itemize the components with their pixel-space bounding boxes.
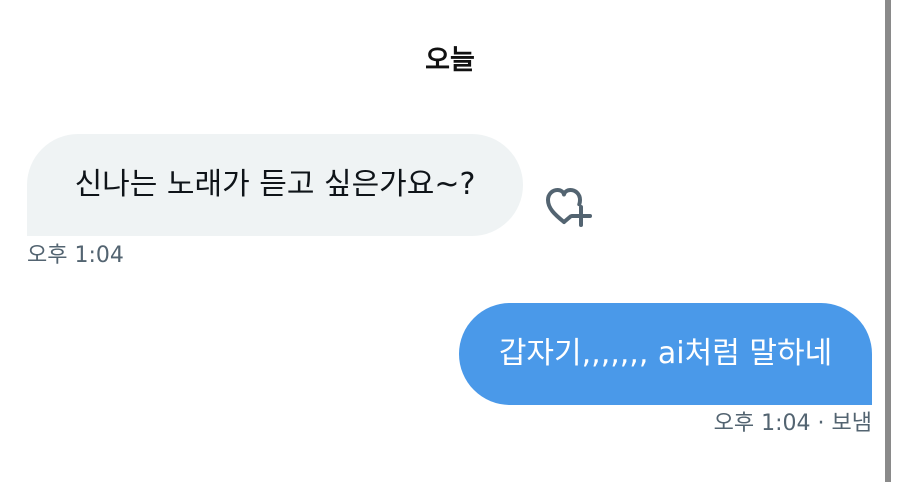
sent-message-text: 갑자기,,,,,,, ai처럼 말하네 bbox=[498, 336, 833, 371]
sent-message-meta: 오후 1:04 · 보냄 bbox=[714, 410, 872, 438]
sent-status-label: 보냄 bbox=[831, 411, 872, 436]
heart-plus-icon bbox=[546, 188, 592, 227]
scrollbar[interactable] bbox=[885, 0, 891, 482]
meta-separator: · bbox=[817, 411, 832, 436]
received-message-time: 오후 1:04 bbox=[27, 243, 124, 268]
dm-conversation: 오늘 신나는 노래가 듣고 싶은가요~? 오후 1:04 갑자기,,,,,,, … bbox=[0, 0, 900, 482]
sent-message-bubble[interactable]: 갑자기,,,,,,, ai처럼 말하네 bbox=[459, 303, 872, 405]
received-message-bubble[interactable]: 신나는 노래가 듣고 싶은가요~? bbox=[27, 134, 523, 236]
add-reaction-button[interactable] bbox=[544, 186, 596, 230]
sent-message-time: 오후 1:04 bbox=[713, 411, 811, 436]
received-message-text: 신나는 노래가 듣고 싶은가요~? bbox=[74, 167, 476, 202]
date-header: 오늘 bbox=[425, 45, 475, 76]
